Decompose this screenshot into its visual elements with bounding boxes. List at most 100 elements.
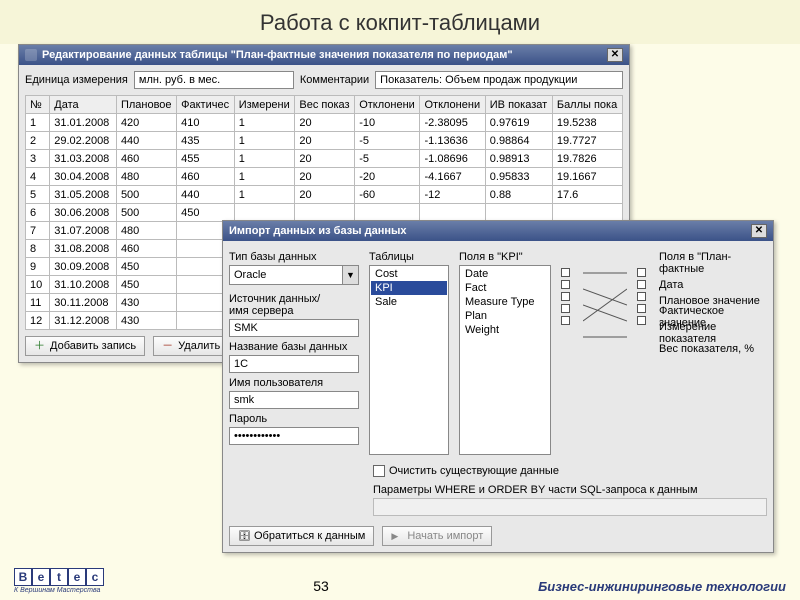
- unit-input[interactable]: [134, 71, 294, 89]
- table-cell[interactable]: 435: [177, 132, 235, 150]
- comment-input[interactable]: [375, 71, 623, 89]
- table-cell[interactable]: 1: [234, 150, 295, 168]
- kpi-fields-listbox[interactable]: DateFactMeasure TypePlanWeight: [459, 265, 551, 455]
- table-cell[interactable]: 30.11.2008: [50, 294, 117, 312]
- table-cell[interactable]: 31.03.2008: [50, 150, 117, 168]
- column-header[interactable]: Фактичес: [177, 96, 235, 114]
- table-cell[interactable]: 30.09.2008: [50, 258, 117, 276]
- column-header[interactable]: №: [26, 96, 50, 114]
- mapping-checkbox[interactable]: [637, 316, 646, 325]
- table-cell[interactable]: [355, 204, 420, 222]
- column-header[interactable]: Баллы пока: [552, 96, 622, 114]
- table-cell[interactable]: 460: [116, 240, 176, 258]
- password-input[interactable]: [229, 427, 359, 445]
- column-header[interactable]: Отклонени: [355, 96, 420, 114]
- table-cell[interactable]: 460: [177, 168, 235, 186]
- column-header[interactable]: ИВ показат: [485, 96, 552, 114]
- mapping-checkbox[interactable]: [561, 316, 570, 325]
- table-cell[interactable]: 5: [26, 186, 50, 204]
- table-cell[interactable]: 20: [295, 186, 355, 204]
- table-cell[interactable]: 20: [295, 114, 355, 132]
- mapping-checkbox[interactable]: [637, 304, 646, 313]
- close-button[interactable]: ✕: [607, 48, 623, 62]
- table-cell[interactable]: 19.7826: [552, 150, 622, 168]
- list-item[interactable]: Weight: [461, 323, 549, 337]
- mapping-checkbox[interactable]: [637, 292, 646, 301]
- mapping-checkbox[interactable]: [561, 304, 570, 313]
- table-cell[interactable]: 450: [116, 276, 176, 294]
- column-header[interactable]: Плановое: [116, 96, 176, 114]
- table-cell[interactable]: 450: [116, 258, 176, 276]
- table-cell[interactable]: [552, 204, 622, 222]
- table-cell[interactable]: 31.10.2008: [50, 276, 117, 294]
- tables-listbox[interactable]: CostKPISale: [369, 265, 449, 455]
- table-cell[interactable]: 480: [116, 168, 176, 186]
- table-cell[interactable]: 0.98864: [485, 132, 552, 150]
- clear-data-checkbox[interactable]: Очистить существующие данные: [373, 465, 559, 477]
- table-row[interactable]: 331.03.2008460455120-5-1.086960.9891319.…: [26, 150, 623, 168]
- table-cell[interactable]: 31.05.2008: [50, 186, 117, 204]
- list-item[interactable]: Fact: [461, 281, 549, 295]
- table-cell[interactable]: 19.5238: [552, 114, 622, 132]
- column-header[interactable]: Дата: [50, 96, 117, 114]
- table-cell[interactable]: 20: [295, 150, 355, 168]
- where-input[interactable]: [373, 498, 767, 516]
- table-cell[interactable]: -1.13636: [420, 132, 485, 150]
- start-import-button[interactable]: Начать импорт: [382, 526, 492, 546]
- mapping-checkbox[interactable]: [637, 280, 646, 289]
- list-item[interactable]: Measure Type: [461, 295, 549, 309]
- source-input[interactable]: [229, 319, 359, 337]
- table-cell[interactable]: [485, 204, 552, 222]
- delete-record-button[interactable]: Удалить: [153, 336, 229, 356]
- list-item[interactable]: Sale: [371, 295, 447, 309]
- table-cell[interactable]: 6: [26, 204, 50, 222]
- table-cell[interactable]: 430: [116, 294, 176, 312]
- column-header[interactable]: Вес показ: [295, 96, 355, 114]
- table-cell[interactable]: 7: [26, 222, 50, 240]
- table-cell[interactable]: -2.38095: [420, 114, 485, 132]
- table-cell[interactable]: 3: [26, 150, 50, 168]
- table-cell[interactable]: 9: [26, 258, 50, 276]
- table-cell[interactable]: -5: [355, 150, 420, 168]
- table-cell[interactable]: 31.12.2008: [50, 312, 117, 330]
- table-row[interactable]: 531.05.2008500440120-60-120.8817.6: [26, 186, 623, 204]
- table-cell[interactable]: 420: [116, 114, 176, 132]
- table-cell[interactable]: 20: [295, 132, 355, 150]
- table-cell[interactable]: 1: [234, 186, 295, 204]
- db-type-dropdown[interactable]: Oracle ▼: [229, 265, 359, 285]
- table-cell[interactable]: 31.08.2008: [50, 240, 117, 258]
- table-cell[interactable]: 0.88: [485, 186, 552, 204]
- add-record-button[interactable]: Добавить запись: [25, 336, 145, 356]
- table-cell[interactable]: [234, 204, 295, 222]
- table-cell[interactable]: -12: [420, 186, 485, 204]
- table-cell[interactable]: 1: [234, 132, 295, 150]
- table-cell[interactable]: -60: [355, 186, 420, 204]
- table-cell[interactable]: 430: [116, 312, 176, 330]
- table-cell[interactable]: 480: [116, 222, 176, 240]
- list-item[interactable]: Plan: [461, 309, 549, 323]
- table-row[interactable]: 229.02.2008440435120-5-1.136360.9886419.…: [26, 132, 623, 150]
- table-cell[interactable]: 30.04.2008: [50, 168, 117, 186]
- mapping-checkbox[interactable]: [637, 268, 646, 277]
- table-cell[interactable]: 500: [116, 204, 176, 222]
- table-cell[interactable]: 30.06.2008: [50, 204, 117, 222]
- column-header[interactable]: Измерени: [234, 96, 295, 114]
- table-row[interactable]: 630.06.2008500450: [26, 204, 623, 222]
- table-cell[interactable]: 17.6: [552, 186, 622, 204]
- user-input[interactable]: [229, 391, 359, 409]
- table-cell[interactable]: [420, 204, 485, 222]
- list-item[interactable]: Date: [461, 267, 549, 281]
- table-cell[interactable]: 20: [295, 168, 355, 186]
- table-cell[interactable]: 31.07.2008: [50, 222, 117, 240]
- close-button[interactable]: ✕: [751, 224, 767, 238]
- table-cell[interactable]: 4: [26, 168, 50, 186]
- mapping-checkbox[interactable]: [561, 268, 570, 277]
- mapping-checkbox[interactable]: [561, 292, 570, 301]
- db-name-input[interactable]: [229, 355, 359, 373]
- table-cell[interactable]: 0.97619: [485, 114, 552, 132]
- table-cell[interactable]: 10: [26, 276, 50, 294]
- table-cell[interactable]: 19.7727: [552, 132, 622, 150]
- table-cell[interactable]: 8: [26, 240, 50, 258]
- table-cell[interactable]: 0.98913: [485, 150, 552, 168]
- table-cell[interactable]: -5: [355, 132, 420, 150]
